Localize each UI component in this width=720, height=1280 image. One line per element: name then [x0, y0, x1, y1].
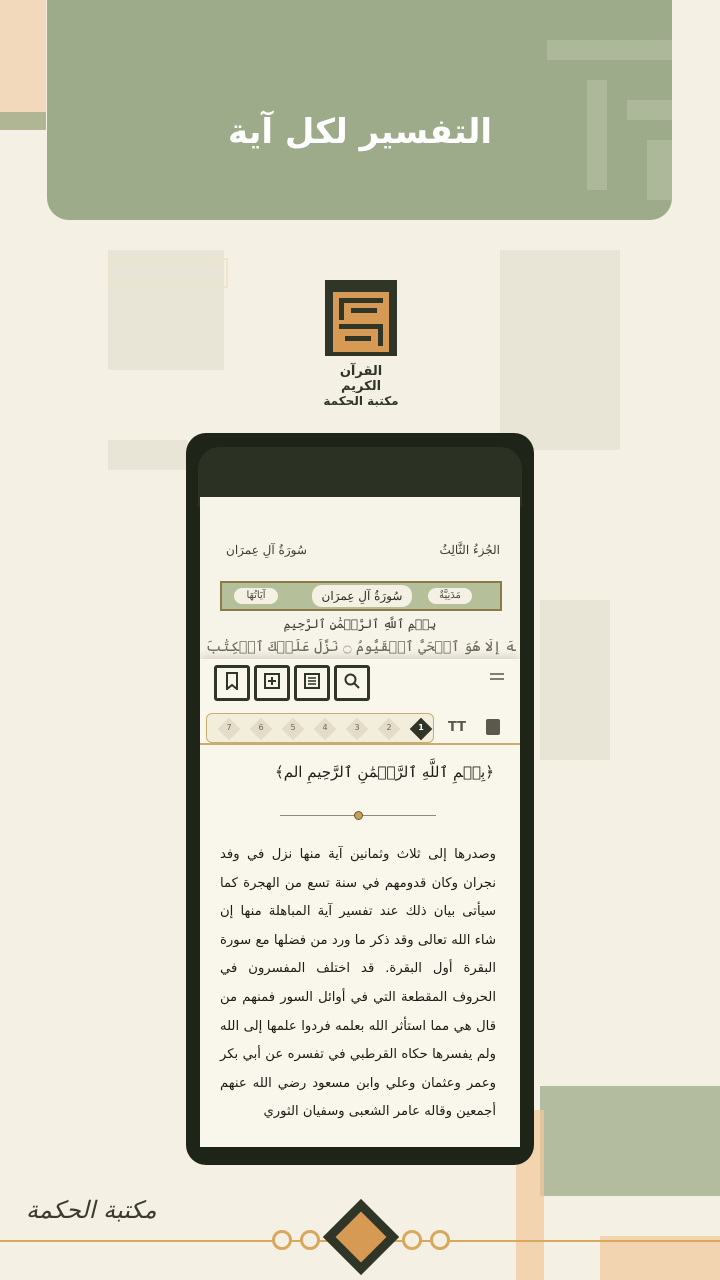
juz-name-header: الجُزءُ الثَّالِثُ [439, 543, 500, 557]
tafsir-tab-7-label: 7 [226, 723, 232, 732]
logo-title: القرآن الكريم [339, 364, 383, 394]
mushaf-page-header: سُورَةُ آلِ عِمرَان الجُزءُ الثَّالِثُ [200, 539, 520, 563]
tafsir-tab-3-label: 3 [354, 723, 360, 732]
quran-kufic-logo-icon [325, 280, 397, 356]
app-screen: سُورَةُ آلِ عِمرَان الجُزءُ الثَّالِثُ آ… [200, 497, 520, 1147]
add-note-button[interactable] [254, 665, 290, 701]
phone-mockup: سُورَةُ آلِ عِمرَان الجُزءُ الثَّالِثُ آ… [186, 433, 534, 1165]
mushaf-ayah-line[interactable]: الٓمٓ ۝ ٱللَّهُ لَآ إِلَٰهَ إِلَّا هُوَ … [206, 639, 516, 655]
footer-ornament-circle-icon [272, 1230, 292, 1250]
tafsir-list-button[interactable] [294, 665, 330, 701]
decor-kufic-orange-top-left [0, 0, 46, 130]
mushaf-basmala: بِسۡمِ ٱللَّهِ ٱلرَّحۡمَٰنِ ٱلرَّحِيمِ [283, 617, 437, 631]
maktabat-alhikma-signature: مكتبة الحكمة [26, 1196, 157, 1224]
tafsir-tabs-bar: 7 6 5 4 3 2 1 TT [200, 711, 520, 745]
decor-kufic-faint-right [500, 250, 620, 450]
bookmark-icon [224, 671, 240, 695]
search-button[interactable] [334, 665, 370, 701]
decor-kufic-orange-bottom-right-2 [600, 1236, 720, 1280]
decor-kufic-faint-mid [108, 440, 188, 470]
footer-ornament-circle-icon [430, 1230, 450, 1250]
decor-kufic-faint-right-2 [540, 600, 610, 760]
tafsir-ayah-heading: ﴿بِسۡمِ ٱللَّهِ ٱلرَّحۡمَٰنِ ٱلرَّحِيمِ … [274, 763, 494, 781]
ornament-divider [280, 811, 436, 821]
tafsir-body-text: وصدرها إلى ثلاث وثمانين آية منها نزل في … [220, 847, 496, 1120]
tafsir-tab-5-label: 5 [290, 723, 296, 732]
surah-title-frame: آيَاتُهَا سُورَةُ آلِ عِمرَان مَدَنِيَّة… [220, 581, 502, 611]
footer-kufic-logo-icon [322, 1198, 400, 1276]
surah-name-header: سُورَةُ آلِ عِمرَان [226, 543, 307, 557]
tafsir-list-icon [303, 672, 321, 695]
footer-ornament-circle-icon [402, 1230, 422, 1250]
add-note-icon [263, 672, 281, 695]
tafsir-tab-6-label: 6 [258, 723, 264, 732]
tafsir-tab-1-label: 1 [418, 723, 424, 732]
app-logo: القرآن الكريم مكتبة الحكمة [318, 280, 404, 408]
search-icon [343, 672, 361, 695]
decor-kufic-line-1 [108, 258, 228, 288]
revelation-type-tag: مَدَنِيَّةٌ [428, 588, 472, 604]
logo-subtitle: مكتبة الحكمة [323, 394, 399, 408]
book-icon[interactable] [486, 719, 500, 735]
bookmark-button[interactable] [214, 665, 250, 701]
drag-handle-icon[interactable] [490, 673, 504, 683]
font-size-icon[interactable]: TT [448, 720, 466, 735]
ayah-count-tag: آيَاتُهَا [234, 588, 278, 604]
banner-title: التفسير لكل آية [228, 112, 492, 152]
promo-banner: التفسير لكل آية [47, 0, 672, 220]
tafsir-source-tabs: 7 6 5 4 3 2 1 [206, 713, 434, 743]
footer-ornament-circle-icon [300, 1230, 320, 1250]
surah-title: سُورَةُ آلِ عِمرَان [312, 585, 412, 607]
decor-kufic-sage-bottom-right [540, 1086, 720, 1196]
tafsir-tab-4-label: 4 [322, 723, 328, 732]
tafsir-tab-2-label: 2 [386, 723, 392, 732]
decor-kufic-sage-top-left [0, 112, 46, 130]
tafsir-sheet: 7 6 5 4 3 2 1 TT ﴿بِسۡمِ ٱللَّهِ ٱلرَّحۡ… [200, 659, 520, 1147]
